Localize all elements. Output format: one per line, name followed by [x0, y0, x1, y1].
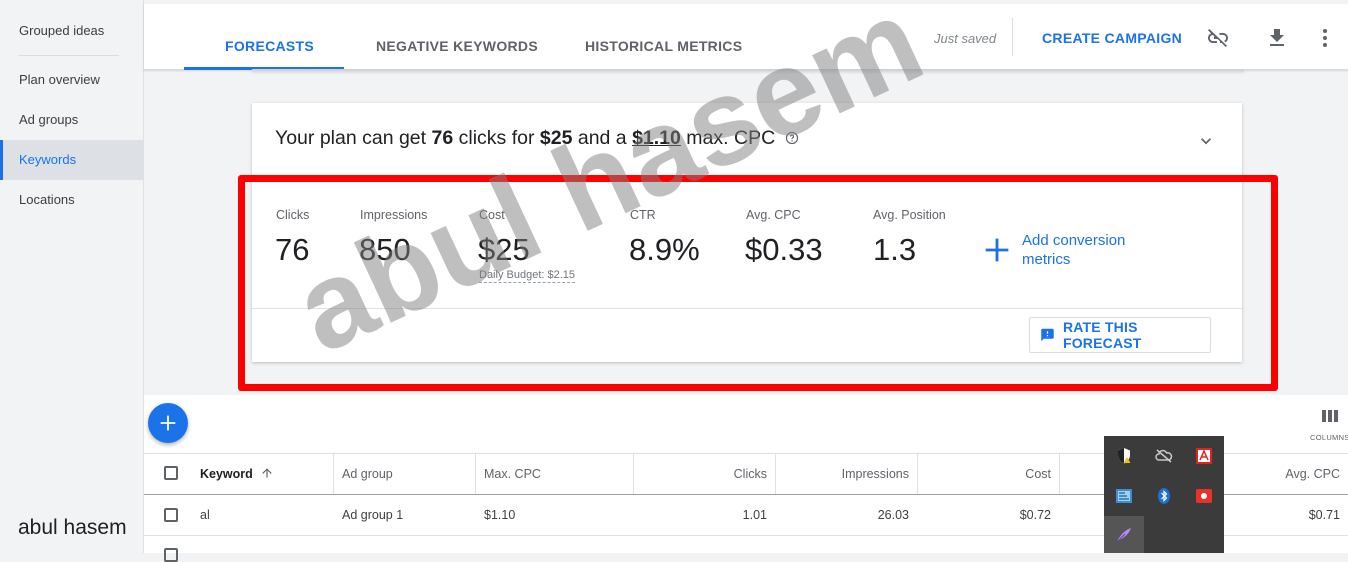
sidebar-item-keywords[interactable]: Keywords — [0, 140, 143, 180]
bluetooth-icon[interactable] — [1155, 487, 1173, 505]
card-divider — [252, 308, 1242, 309]
metric-cost-value: $25 — [478, 232, 530, 267]
sidebar-item-label: Grouped ideas — [19, 23, 105, 38]
summary-text: Your plan can get — [275, 127, 432, 149]
network-monitor-icon[interactable] — [1115, 487, 1133, 505]
column-header-cost[interactable]: Cost — [918, 454, 1059, 494]
cell-cost: $0.72 — [1019, 508, 1051, 522]
tab-forecasts[interactable]: FORECASTS — [225, 38, 314, 54]
system-tray-popup — [1104, 436, 1224, 553]
daily-budget[interactable]: Daily Budget: $2.15 — [479, 269, 576, 283]
columns-label: COLUMNS — [1310, 433, 1348, 442]
feedback-icon — [1041, 328, 1054, 342]
column-header-avg-cpc[interactable]: Avg. CPC — [1206, 454, 1348, 494]
rate-forecast-label: RATE THIS FORECAST — [1062, 319, 1142, 351]
row-checkbox[interactable] — [164, 508, 178, 522]
sidebar-item-locations[interactable]: Locations — [0, 180, 143, 220]
sidebar-item-plan-overview[interactable]: Plan overview — [0, 60, 143, 100]
cell-avg-cpc: $0.71 — [1308, 508, 1340, 522]
sidebar: Grouped ideas Plan overview Ad groups Ke… — [0, 0, 144, 553]
author-caption: abul hasem — [18, 516, 127, 539]
forecast-card: Your plan can get 76 clicks for $25 and … — [252, 103, 1242, 362]
header-divider — [1012, 18, 1013, 56]
add-conversion-metrics-button[interactable]: Add conversion metrics — [980, 231, 1125, 269]
summary-text: and a — [572, 127, 633, 149]
columns-button[interactable]: COLUMNS — [1310, 408, 1348, 442]
summary-text: clicks for — [453, 127, 540, 149]
top-bar: FORECASTS NEGATIVE KEYWORDS HISTORICAL M… — [144, 4, 1348, 70]
summary-cost: $25 — [539, 127, 573, 149]
create-campaign-button[interactable]: CREATE CAMPAIGN — [1042, 30, 1182, 46]
sidebar-item-label: Keywords — [19, 152, 77, 167]
tab-negative-keywords[interactable]: NEGATIVE KEYWORDS — [376, 38, 538, 54]
column-header-clicks[interactable]: Clicks — [634, 454, 775, 494]
more-vert-icon[interactable] — [1313, 26, 1337, 50]
metric-impressions-value: 850 — [359, 232, 411, 267]
row-checkbox[interactable] — [164, 548, 178, 562]
add-conversion-line: Add conversion — [1022, 232, 1126, 249]
sidebar-item-label: Ad groups — [19, 112, 79, 127]
download-icon[interactable] — [1265, 26, 1289, 50]
column-divider — [1059, 454, 1060, 494]
sidebar-divider — [19, 55, 119, 56]
column-header-max-cpc[interactable]: Max. CPC — [476, 454, 632, 494]
column-header-ad-group[interactable]: Ad group — [334, 454, 474, 494]
metric-avg-position-label: Avg. Position — [873, 208, 946, 222]
column-header-label: Keyword — [200, 467, 253, 481]
save-status: Just saved — [934, 31, 997, 46]
metric-ctr-label: CTR — [630, 208, 656, 222]
rate-forecast-button[interactable]: RATE THIS FORECAST — [1029, 317, 1211, 353]
help-icon[interactable] — [785, 128, 799, 151]
metric-avg-cpc-label: Avg. CPC — [746, 208, 801, 222]
summary-text: max. CPC — [680, 127, 776, 149]
screen-recorder-icon[interactable] — [1195, 487, 1213, 505]
column-header-keyword[interactable]: Keyword — [192, 454, 332, 494]
metric-cost-label: Cost — [479, 208, 505, 222]
cell-ad-group: Ad group 1 — [342, 508, 404, 522]
cell-max-cpc[interactable]: $1.10 — [476, 495, 632, 535]
add-conversion-label: Add conversion metrics — [1022, 231, 1125, 269]
metric-ctr-value: 8.9% — [629, 232, 700, 267]
summary-max-cpc-link[interactable]: $1.10 — [632, 127, 681, 149]
summary-clicks: 76 — [431, 127, 454, 149]
cloud-off-icon[interactable] — [1155, 447, 1173, 465]
sidebar-item-ad-groups[interactable]: Ad groups — [0, 100, 143, 140]
cell-keyword: al — [200, 508, 210, 522]
forecast-summary: Your plan can get 76 clicks for $25 and … — [275, 127, 799, 151]
chevron-down-icon[interactable] — [1196, 131, 1216, 156]
add-conversion-line: metrics — [1022, 251, 1071, 268]
sidebar-item-label: Locations — [19, 192, 75, 207]
select-all-checkbox[interactable] — [164, 466, 178, 480]
scroll-shadow — [252, 69, 1244, 74]
feather-icon[interactable] — [1115, 526, 1133, 544]
cell-clicks: 1.01 — [742, 508, 767, 522]
arrow-up-icon — [262, 468, 272, 478]
plus-icon — [160, 415, 176, 431]
link-off-icon[interactable] — [1206, 26, 1230, 50]
metric-clicks-label: Clicks — [276, 208, 310, 222]
security-shield-icon[interactable] — [1115, 447, 1133, 465]
add-keyword-button[interactable] — [148, 403, 188, 443]
metric-clicks-value: 76 — [275, 232, 310, 267]
metric-impressions-label: Impressions — [360, 208, 428, 222]
pdf-reader-icon[interactable] — [1195, 447, 1213, 465]
cell-impressions: 26.03 — [877, 508, 909, 522]
metric-avg-cpc-value: $0.33 — [745, 232, 823, 267]
sidebar-item-grouped-ideas[interactable]: Grouped ideas — [0, 11, 143, 51]
sidebar-item-label: Plan overview — [19, 72, 100, 87]
plus-icon — [985, 238, 1009, 262]
column-header-impressions[interactable]: Impressions — [776, 454, 917, 494]
metric-avg-position-value: 1.3 — [873, 232, 917, 267]
columns-icon — [1321, 410, 1338, 422]
tab-historical-metrics[interactable]: HISTORICAL METRICS — [585, 38, 742, 54]
card-divider — [252, 180, 1242, 181]
